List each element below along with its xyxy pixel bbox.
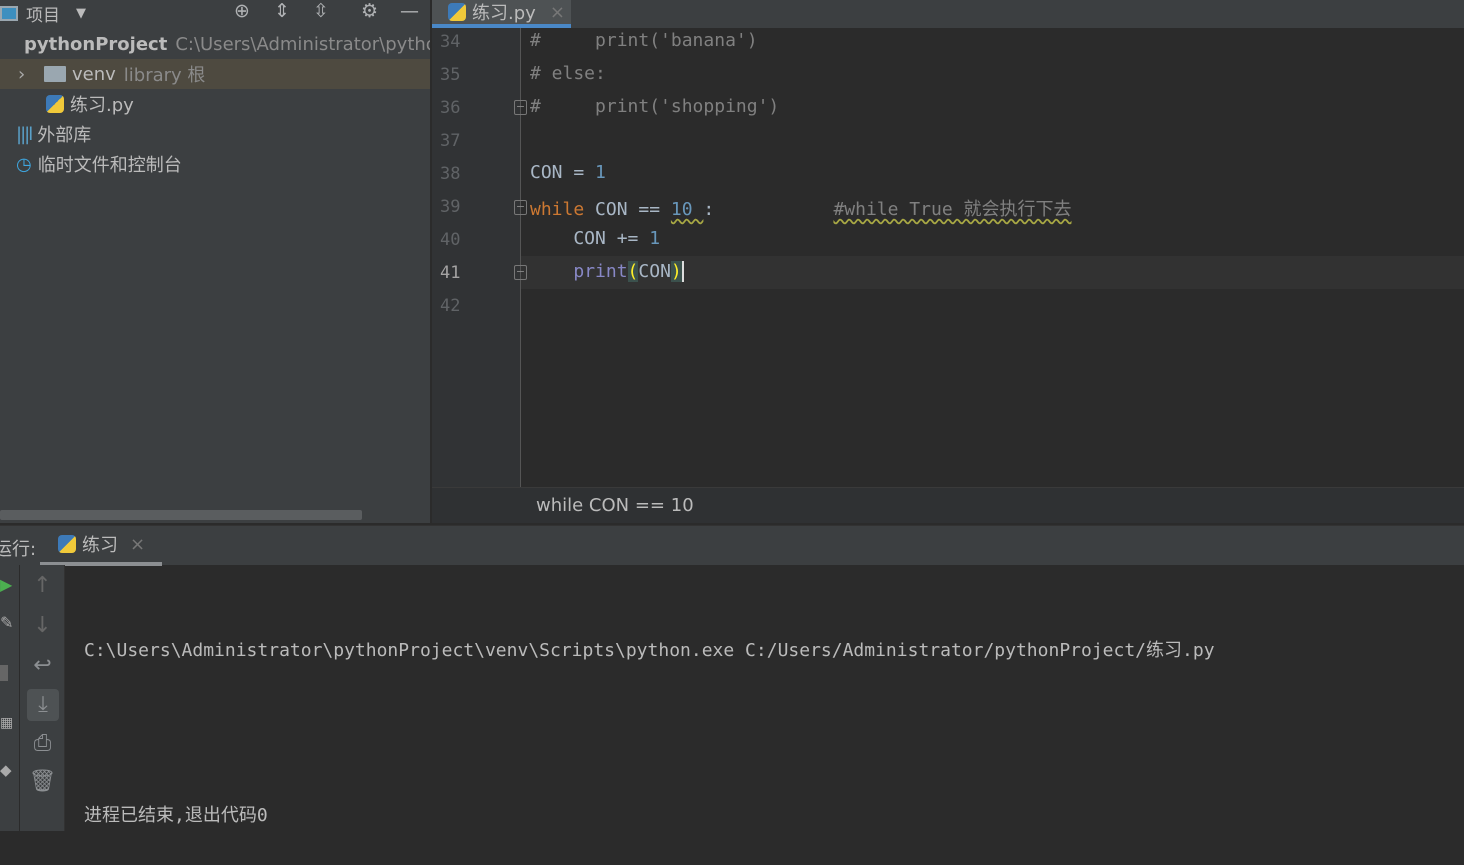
close-icon[interactable]: × xyxy=(550,2,565,23)
code-token: CON += xyxy=(530,228,650,249)
line-number: 34 xyxy=(440,32,461,52)
editor-tab[interactable]: 练习.py × xyxy=(432,0,571,28)
print-icon[interactable]: ⎙ xyxy=(20,731,65,756)
fold-icon[interactable]: − xyxy=(514,100,527,115)
pin-icon[interactable]: ◆ xyxy=(0,761,12,779)
tree-item-root[interactable]: pythonProject C:\Users\Administrator\pyt… xyxy=(0,29,430,59)
line-number: 37 xyxy=(440,131,461,151)
external-label: 外部库 xyxy=(37,125,92,146)
code-token: print xyxy=(573,261,628,282)
root-path: C:\Users\Administrator\pythonProject xyxy=(175,33,430,55)
chevron-down-icon[interactable]: ▼ xyxy=(76,6,86,21)
scroll-to-end-icon[interactable]: ⤓ xyxy=(27,689,59,721)
stop-icon[interactable] xyxy=(0,665,8,681)
fold-icon[interactable]: − xyxy=(514,265,527,280)
code-token: CON == xyxy=(584,199,671,220)
code-token: : xyxy=(703,199,834,220)
line-number: 41 xyxy=(440,263,461,283)
project-icon xyxy=(0,5,18,21)
code-token: # print('shopping') xyxy=(530,96,780,117)
code-token: while xyxy=(530,199,585,220)
code-token: # print('banana') xyxy=(530,30,758,51)
horizontal-scrollbar[interactable] xyxy=(0,510,362,520)
code-line[interactable]: # print('shopping') xyxy=(530,96,779,117)
run-label: 运行: xyxy=(0,539,37,560)
project-panel-header: 项目 ▼ ⊕ ⇕ ⇳ ⚙ — xyxy=(0,0,430,26)
folder-icon xyxy=(44,66,66,82)
expand-all-icon[interactable]: ⇕ xyxy=(274,0,290,22)
code-token: #while True 就会执行下去 xyxy=(833,199,1072,220)
line-number: 42 xyxy=(440,296,461,316)
arrow-down-icon[interactable]: ↓ xyxy=(20,613,65,638)
tree-item-file[interactable]: 练习.py xyxy=(0,89,430,119)
code-token: ) xyxy=(670,261,682,282)
console-line: C:\Users\Administrator\pythonProject\ven… xyxy=(84,640,1215,661)
fold-icon[interactable]: − xyxy=(514,200,527,215)
soft-wrap-icon[interactable]: ↩ xyxy=(20,653,65,678)
tab-label: 练习.py xyxy=(472,3,536,24)
editor-tab-bar xyxy=(432,0,1464,28)
editor-gutter xyxy=(432,28,521,487)
python-icon xyxy=(58,535,76,553)
code-token: ( xyxy=(627,261,639,282)
line-number: 39 xyxy=(440,197,461,217)
line-number: 40 xyxy=(440,230,461,250)
layout-icon[interactable]: ▦ xyxy=(0,715,13,731)
run-tab[interactable]: 练习 × xyxy=(40,526,162,566)
line-number: 38 xyxy=(440,164,461,184)
line-number: 35 xyxy=(440,65,461,85)
code-line[interactable]: print(CON)​ xyxy=(530,261,684,282)
code-line[interactable]: CON += 1 xyxy=(530,228,660,249)
code-line[interactable]: CON = 1 xyxy=(530,162,606,183)
rerun-icon[interactable]: ▶ xyxy=(0,575,12,594)
text-cursor: ​ xyxy=(681,261,684,282)
project-panel: 项目 ▼ ⊕ ⇕ ⇳ ⚙ — pythonProject C:\Users\Ad… xyxy=(0,0,430,523)
code-line[interactable]: # print('banana') xyxy=(530,30,758,51)
code-token: 10 xyxy=(670,199,704,220)
python-file-icon xyxy=(46,95,64,113)
code-token: 1 xyxy=(649,228,661,249)
close-icon[interactable]: × xyxy=(130,534,145,555)
tree-item-external-libraries[interactable]: |||l 外部库 xyxy=(0,119,430,149)
code-line[interactable]: while CON == 10 : #while True 就会执行下去 xyxy=(530,195,1072,221)
code-token: CON = xyxy=(530,162,596,183)
run-tab-label: 练习 xyxy=(82,535,118,556)
collapse-all-icon[interactable]: ⇳ xyxy=(313,0,329,22)
python-file-icon xyxy=(448,3,466,21)
run-panel-header: 运行: 练习 × xyxy=(0,525,1464,566)
locate-icon[interactable]: ⊕ xyxy=(234,0,250,22)
scratch-label: 临时文件和控制台 xyxy=(37,155,182,176)
code-token: CON xyxy=(638,261,671,282)
wrench-icon[interactable]: ✎ xyxy=(0,613,13,632)
arrow-up-icon[interactable]: ↑ xyxy=(20,573,65,598)
venv-tag: library 根 xyxy=(123,65,206,86)
scratch-icon: ◷ xyxy=(16,153,32,175)
library-icon: |||l xyxy=(16,123,33,145)
gear-icon[interactable]: ⚙ xyxy=(361,0,378,22)
project-title[interactable]: 项目 xyxy=(26,1,60,26)
file-label: 练习.py xyxy=(70,95,134,116)
code-token: # else: xyxy=(530,63,606,84)
breadcrumb[interactable]: while CON == 10 xyxy=(432,487,1464,523)
line-number: 36 xyxy=(440,98,461,118)
root-name: pythonProject xyxy=(24,33,168,55)
tree-item-scratches[interactable]: ◷ 临时文件和控制台 xyxy=(0,149,430,179)
code-token: 1 xyxy=(595,162,606,183)
chevron-right-icon[interactable]: › xyxy=(18,64,44,85)
run-toolbar-left: ▶ ✎ ▦ ◆ xyxy=(0,565,20,831)
venv-label: venv xyxy=(72,63,116,85)
trash-icon[interactable]: 🗑 xyxy=(20,769,65,794)
tree-item-venv[interactable]: › venv library 根 xyxy=(0,59,430,89)
run-toolbar: ↑ ↓ ↩ ⤓ ⎙ 🗑 xyxy=(20,565,65,831)
console-output[interactable]: C:\Users\Administrator\pythonProject\ven… xyxy=(84,568,1215,865)
console-line: 进程已结束,退出代码0 xyxy=(84,805,268,826)
code-line[interactable]: # else: xyxy=(530,63,606,84)
minimize-icon[interactable]: — xyxy=(400,0,419,22)
